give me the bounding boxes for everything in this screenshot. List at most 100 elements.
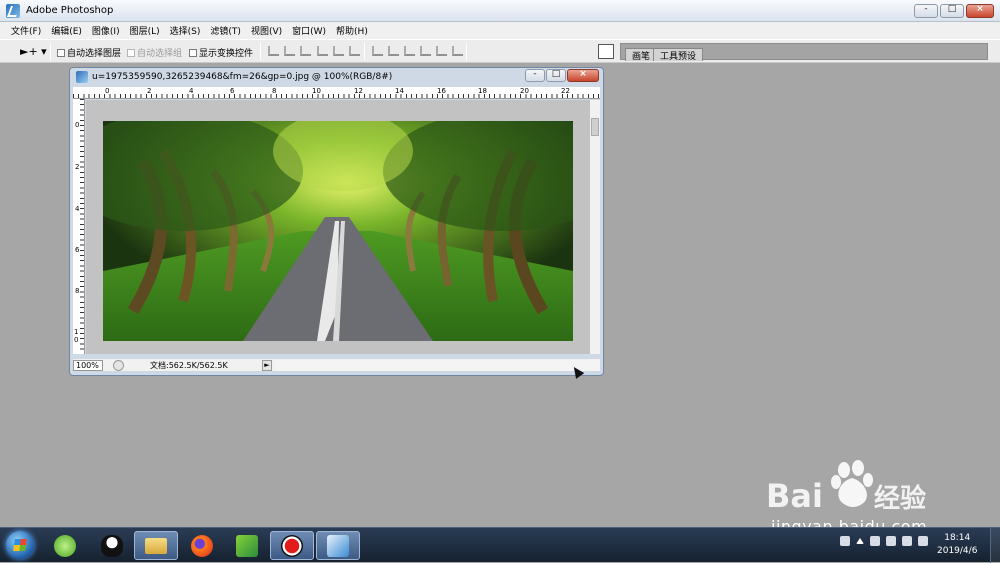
menu-window[interactable]: 窗口(W) [292,24,326,37]
divider [50,43,51,60]
show-transform-controls-checkbox[interactable]: 显示变换控件 [189,46,253,59]
keyboard-icon[interactable] [840,536,850,546]
photo-image [103,121,573,341]
move-tool-icon[interactable]: ►+ ▾ [20,45,47,58]
ruler-label: 6 [75,246,80,254]
auto-select-layer-checkbox[interactable]: 自动选择图层 [57,46,121,59]
menu-edit[interactable]: 编辑(E) [51,24,82,37]
photoshop-icon [327,534,349,557]
canvas-area[interactable] [86,100,600,354]
photoshop-feather-icon [76,71,88,83]
divider [364,43,365,60]
distribute-buttons-2 [420,46,463,56]
camtasia-icon [236,534,258,557]
align-top-icon[interactable] [268,46,279,56]
show-desktop-button[interactable] [990,528,1000,563]
document-title: u=1975359590,3265239468&fm=26&gp=0.jpg @… [92,72,393,82]
align-left-icon[interactable] [317,46,328,56]
align-buttons-2 [317,46,360,56]
tree-lined-road-photo [103,121,573,341]
menu-help[interactable]: 帮助(H) [336,24,368,37]
document-window: u=1975359590,3265239468&fm=26&gp=0.jpg @… [69,67,604,376]
zoom-field[interactable]: 100% [73,359,103,371]
status-bar: 100% 文档:562.5K/562.5K ► [73,359,600,371]
windows-taskbar: 18:14 2019/4/6 [0,527,1000,563]
distribute-hcenter-icon[interactable] [436,46,447,56]
taskbar-qq[interactable] [90,531,134,560]
align-right-icon[interactable] [349,46,360,56]
taskbar-photoshop[interactable] [316,531,360,560]
document-titlebar[interactable]: u=1975359590,3265239468&fm=26&gp=0.jpg @… [70,68,603,86]
ruler-label: 8 [75,287,80,295]
document-size-info: 文档:562.5K/562.5K [150,360,228,370]
doc-maximize-button[interactable]: □ [546,69,566,82]
system-clock[interactable]: 18:14 2019/4/6 [937,532,977,558]
360-browser-icon [54,534,76,557]
document-window-controls: - □ × [525,69,599,82]
maximize-button[interactable]: □ [940,4,964,18]
horizontal-scrollbar[interactable] [274,359,600,371]
ruler-ticks [73,94,600,98]
windows-start-icon[interactable] [6,531,34,559]
menu-layer[interactable]: 图层(L) [130,24,160,37]
maximize-icon: □ [551,69,561,79]
vertical-scrollbar[interactable] [590,100,600,354]
network-signal-icon[interactable] [918,536,928,546]
distribute-right-icon[interactable] [452,46,463,56]
minimize-icon: - [924,4,928,14]
align-buttons [268,46,311,56]
align-vcenter-icon[interactable] [284,46,295,56]
menu-filter[interactable]: 滤镜(T) [210,24,241,37]
taskbar-firefox[interactable] [180,531,224,560]
ruler-ticks [80,99,84,354]
vertical-ruler[interactable]: 0 2 4 6 8 10 [73,99,85,354]
minimize-button[interactable]: - [914,4,938,18]
taskbar-camtasia[interactable] [225,531,269,560]
doc-close-button[interactable]: × [567,69,599,82]
taskbar-file-explorer[interactable] [134,531,178,560]
menu-view[interactable]: 视图(V) [251,24,282,37]
palette-well: 画笔 工具预设 [620,43,988,62]
horizontal-ruler[interactable]: 0 2 4 6 8 10 12 14 16 18 20 22 [73,87,600,99]
volume-icon[interactable] [902,536,912,546]
divider [260,43,261,60]
menu-bar: 文件(F) 编辑(E) 图像(I) 图层(L) 选择(S) 滤镜(T) 视图(V… [0,22,1000,39]
divider [466,43,467,60]
vertical-scroll-thumb[interactable] [591,118,599,136]
taskbar-recorder[interactable] [270,531,314,560]
distribute-vcenter-icon[interactable] [388,46,399,56]
record-icon [281,534,303,557]
clock-time: 18:14 [944,533,971,543]
menu-select[interactable]: 选择(S) [170,24,201,37]
distribute-buttons [372,46,415,56]
status-icon[interactable] [113,359,124,371]
distribute-top-icon[interactable] [372,46,383,56]
palette-browser-icon[interactable] [598,44,614,59]
system-tray [840,536,928,546]
auto-select-group-label: 自动选择组 [137,49,183,59]
close-icon: × [579,69,587,79]
distribute-left-icon[interactable] [420,46,431,56]
app-window-controls: - □ × [914,4,994,18]
svg-text:经验: 经验 [874,483,926,514]
tab-tool-presets[interactable]: 工具预设 [653,48,704,62]
checkbox-icon [57,48,65,57]
usb-device-icon[interactable] [870,536,880,546]
minimize-icon: - [533,69,537,79]
menu-image[interactable]: 图像(I) [92,24,120,37]
clock-date: 2019/4/6 [937,546,978,556]
align-hcenter-icon[interactable] [333,46,344,56]
power-icon[interactable] [886,536,896,546]
app-titlebar: Adobe Photoshop - □ × [0,0,1000,22]
distribute-bottom-icon[interactable] [404,46,415,56]
maximize-icon: □ [947,4,957,14]
close-button[interactable]: × [966,4,994,18]
menu-file[interactable]: 文件(F) [11,24,41,37]
doc-minimize-button[interactable]: - [525,69,545,82]
svg-text:Bai: Bai [766,477,823,515]
photoshop-feather-icon [6,3,20,18]
show-hidden-icons-icon[interactable] [856,538,864,544]
taskbar-360-browser[interactable] [43,531,87,560]
status-menu-arrow-icon[interactable]: ► [262,359,272,371]
align-bottom-icon[interactable] [300,46,311,56]
